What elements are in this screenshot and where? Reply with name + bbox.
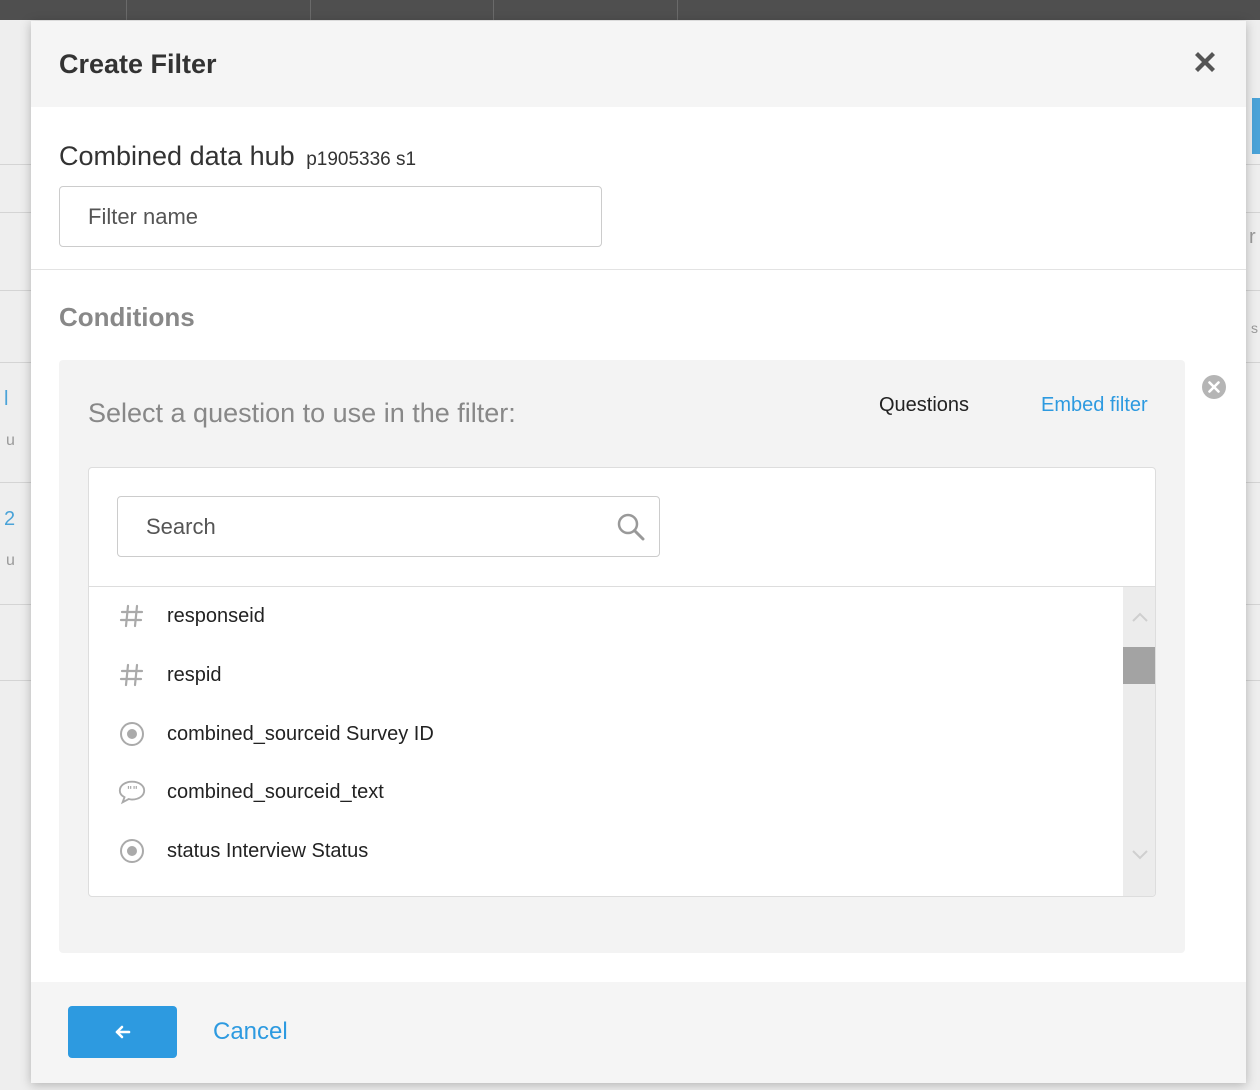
filter-name-input[interactable]	[59, 186, 602, 247]
data-hub-label: Combined data hub p1905336 s1	[59, 141, 416, 172]
back-button[interactable]	[68, 1006, 177, 1058]
search-input[interactable]	[117, 496, 660, 557]
dialog-title: Create Filter	[59, 49, 217, 79]
svg-text:": "	[127, 785, 132, 797]
chevron-up-icon[interactable]	[1129, 607, 1151, 629]
arrow-left-icon	[115, 1025, 130, 1039]
question-label: combined_sourceid_text	[167, 780, 384, 803]
question-picker: responseid respid	[88, 467, 1156, 897]
hub-code: p1905336 s1	[306, 149, 417, 170]
radio-single-choice-icon	[117, 836, 147, 866]
search-icon[interactable]	[616, 512, 646, 542]
question-list-scrollbar[interactable]	[1123, 587, 1155, 896]
number-hash-icon	[117, 660, 147, 690]
tab-questions[interactable]: Questions	[879, 394, 969, 417]
condition-prompt: Select a question to use in the filter:	[88, 398, 516, 428]
remove-condition-button[interactable]	[1201, 374, 1227, 400]
hub-name: Combined data hub	[59, 141, 295, 171]
circle-x-icon	[1202, 375, 1226, 399]
question-label: responseid	[167, 604, 265, 627]
dialog-footer: Cancel	[31, 982, 1246, 1083]
condition-box: Select a question to use in the filter: …	[59, 360, 1185, 953]
question-item[interactable]: " " combined_sourceid_text	[89, 763, 1123, 821]
question-list: responseid respid combined_sourceid Surv…	[89, 587, 1123, 896]
question-label: status Interview Status	[167, 839, 369, 862]
cancel-link[interactable]: Cancel	[213, 1018, 288, 1046]
speech-bubble-text-icon: " "	[117, 777, 147, 807]
chevron-down-icon[interactable]	[1129, 843, 1151, 865]
number-hash-icon	[117, 601, 147, 631]
conditions-title: Conditions	[59, 302, 195, 332]
question-item[interactable]: status Interview Status	[89, 822, 1123, 880]
question-item[interactable]: respid	[89, 646, 1123, 704]
dialog-header: Create Filter	[31, 21, 1246, 107]
create-filter-dialog: Create Filter Combined data hub p1905336…	[31, 21, 1246, 1083]
question-item[interactable]: responseid	[89, 587, 1123, 645]
question-item[interactable]: combined_sourceid Survey ID	[89, 705, 1123, 763]
section-divider	[31, 269, 1246, 270]
scrollbar-thumb[interactable]	[1123, 647, 1155, 684]
radio-single-choice-icon	[117, 719, 147, 749]
search-box	[117, 496, 660, 557]
tab-embed-filter[interactable]: Embed filter	[1041, 394, 1148, 417]
question-label: respid	[167, 663, 222, 686]
close-x-icon	[1195, 52, 1215, 72]
svg-text:": "	[132, 785, 137, 797]
close-button[interactable]	[1190, 47, 1220, 77]
question-label: combined_sourceid Survey ID	[167, 722, 434, 745]
